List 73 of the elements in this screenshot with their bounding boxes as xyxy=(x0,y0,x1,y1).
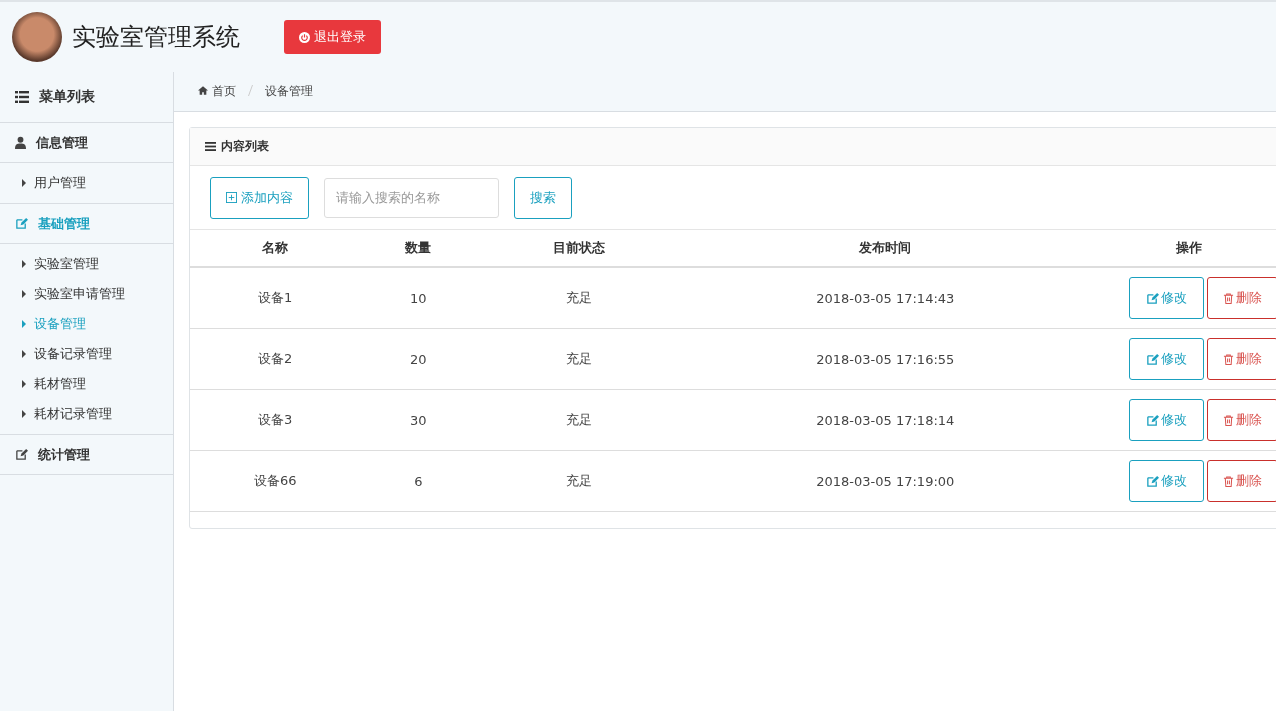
caret-icon xyxy=(22,320,26,328)
caret-icon xyxy=(22,260,26,268)
table-cell: 30 xyxy=(360,389,477,451)
table-cell: 6 xyxy=(360,450,477,512)
menu-item[interactable]: 实验室申请管理 xyxy=(0,279,173,309)
column-header: 数量 xyxy=(360,230,477,267)
menu-item[interactable]: 用户管理 xyxy=(0,168,173,198)
table-cell: 10 xyxy=(360,267,477,329)
edit-button[interactable]: 修改 xyxy=(1129,338,1204,380)
table-cell: 充足 xyxy=(476,389,682,451)
breadcrumb-separator-icon xyxy=(247,84,253,96)
edit-button[interactable]: 修改 xyxy=(1129,460,1204,502)
table-cell: 充足 xyxy=(476,328,682,390)
edit-icon xyxy=(15,217,28,230)
table-cell: 20 xyxy=(360,328,477,390)
plus-square-icon xyxy=(226,192,237,203)
avatar-circle xyxy=(12,12,62,62)
caret-icon xyxy=(22,350,26,358)
search-field[interactable]: 请输入搜索的名称 xyxy=(324,177,499,218)
column-header: 操作 xyxy=(1089,230,1276,267)
table-cell: 设备1 xyxy=(190,267,361,329)
menu-group[interactable]: 统计管理 xyxy=(0,435,173,475)
list-icon xyxy=(15,91,29,103)
trash-icon xyxy=(1223,475,1234,487)
menu-item[interactable]: 设备记录管理 xyxy=(0,339,173,369)
table-cell: 充足 xyxy=(476,450,682,512)
logout-button[interactable]: 退出登录 xyxy=(284,20,381,54)
caret-icon xyxy=(22,179,26,187)
delete-button[interactable]: 删除 xyxy=(1207,399,1276,441)
menu-item[interactable]: 实验室管理 xyxy=(0,249,173,279)
menu-group[interactable]: 基础管理 xyxy=(0,204,173,244)
table-cell: 设备2 xyxy=(190,328,361,390)
home-icon xyxy=(198,86,208,95)
delete-button[interactable]: 删除 xyxy=(1207,460,1276,502)
caret-icon xyxy=(22,290,26,298)
edit-icon xyxy=(15,448,28,461)
edit-button[interactable]: 修改 xyxy=(1129,399,1204,441)
table-cell: 2018-03-05 17:14:43 xyxy=(681,267,1090,329)
table-cell: 设备3 xyxy=(190,389,361,451)
trash-icon xyxy=(1223,414,1234,426)
menu-heading: 菜单列表 xyxy=(39,88,95,106)
delete-button[interactable]: 删除 xyxy=(1207,277,1276,319)
user-icon xyxy=(15,136,26,149)
caret-icon xyxy=(22,410,26,418)
app-title: 实验室管理系统 xyxy=(72,22,240,53)
table-cell: 充足 xyxy=(476,267,682,329)
edit-button[interactable]: 修改 xyxy=(1129,277,1204,319)
menu-item[interactable]: 设备管理 xyxy=(0,309,173,339)
trash-icon xyxy=(1223,292,1234,304)
edit-icon xyxy=(1146,474,1159,488)
edit-icon xyxy=(1146,413,1159,427)
table-cell: 2018-03-05 17:18:14 xyxy=(681,389,1090,451)
table-cell: 2018-03-05 17:19:00 xyxy=(681,450,1090,512)
breadcrumb-current: 设备管理 xyxy=(264,83,313,100)
table-cell: 设备66 xyxy=(190,450,361,512)
caret-icon xyxy=(22,380,26,388)
panel-title: 内容列表 xyxy=(221,138,269,155)
edit-icon xyxy=(1146,352,1159,366)
edit-icon xyxy=(1146,291,1159,305)
trash-icon xyxy=(1223,353,1234,365)
breadcrumb-link[interactable]: 首页 xyxy=(198,83,236,100)
search-button[interactable]: 搜索 xyxy=(514,176,572,219)
table-cell: 2018-03-05 17:16:55 xyxy=(681,328,1090,390)
menu-item[interactable]: 耗材管理 xyxy=(0,369,173,399)
add-button[interactable]: 添加内容 xyxy=(210,176,309,219)
menu-item[interactable]: 耗材记录管理 xyxy=(0,399,173,429)
column-header: 名称 xyxy=(190,230,361,267)
menu-icon xyxy=(205,142,216,151)
column-header: 目前状态 xyxy=(476,230,682,267)
menu-group[interactable]: 信息管理 xyxy=(0,123,173,163)
power-icon xyxy=(299,31,310,43)
column-header: 发布时间 xyxy=(681,230,1090,267)
delete-button[interactable]: 删除 xyxy=(1207,338,1276,380)
